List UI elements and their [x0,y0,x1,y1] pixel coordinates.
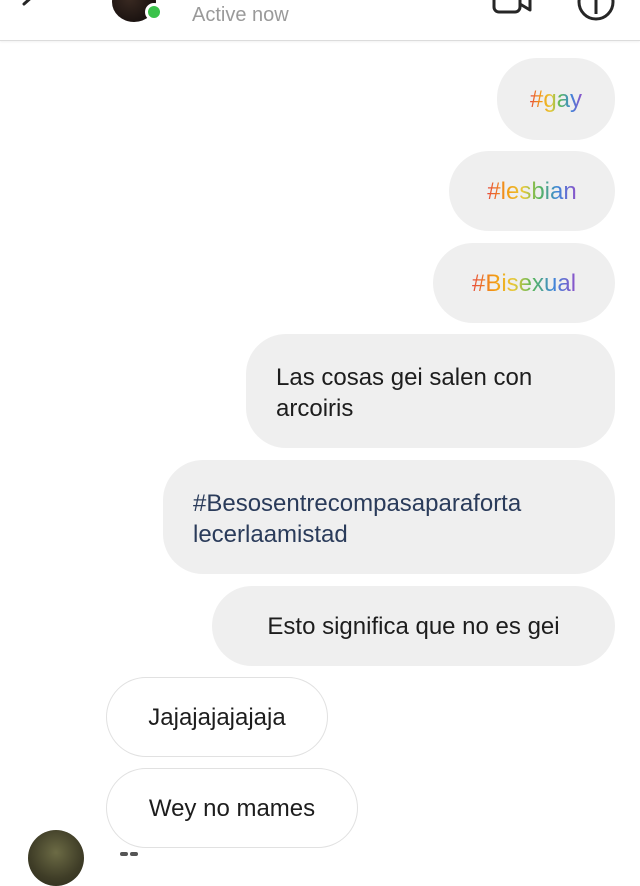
chat-header: Active now [0,0,640,41]
active-status-text: Active now [192,4,289,26]
hashtag-text-line: #Besosentrecompasaparaforta [193,490,522,517]
received-message[interactable]: Wey no mames [106,768,358,848]
sent-message[interactable]: #lesbian [449,151,615,231]
info-icon[interactable] [576,0,616,22]
online-status-icon [145,3,163,21]
message-text-line: arcoiris [276,395,354,422]
back-arrow-icon[interactable] [18,0,48,16]
sent-message[interactable]: Esto significa que no es gei [212,586,615,666]
sender-avatar[interactable] [28,830,84,886]
message-text-line: Las cosas gei salen con [276,364,533,391]
message-text: Jajajajajajaja [148,703,286,731]
received-message[interactable]: Jajajajajajaja [106,677,328,757]
sent-message[interactable]: Las cosas gei salen con arcoiris [246,334,615,448]
message-text: Wey no mames [148,794,316,822]
typing-dot-icon [130,852,138,856]
video-call-icon[interactable] [490,0,534,16]
message-text: #Bisexual [471,269,577,297]
message-text: Esto significa que no es gei [267,612,560,640]
sent-message[interactable]: #Besosentrecompasaparaforta lecerlaamist… [163,460,615,574]
sent-message[interactable]: #Bisexual [433,243,615,323]
message-text: #gay [529,85,583,113]
sent-message[interactable]: #gay [497,58,615,140]
typing-dot-icon [120,852,128,856]
hashtag-text-line: lecerlaamistad [193,521,348,548]
message-text: #lesbian [487,177,577,205]
